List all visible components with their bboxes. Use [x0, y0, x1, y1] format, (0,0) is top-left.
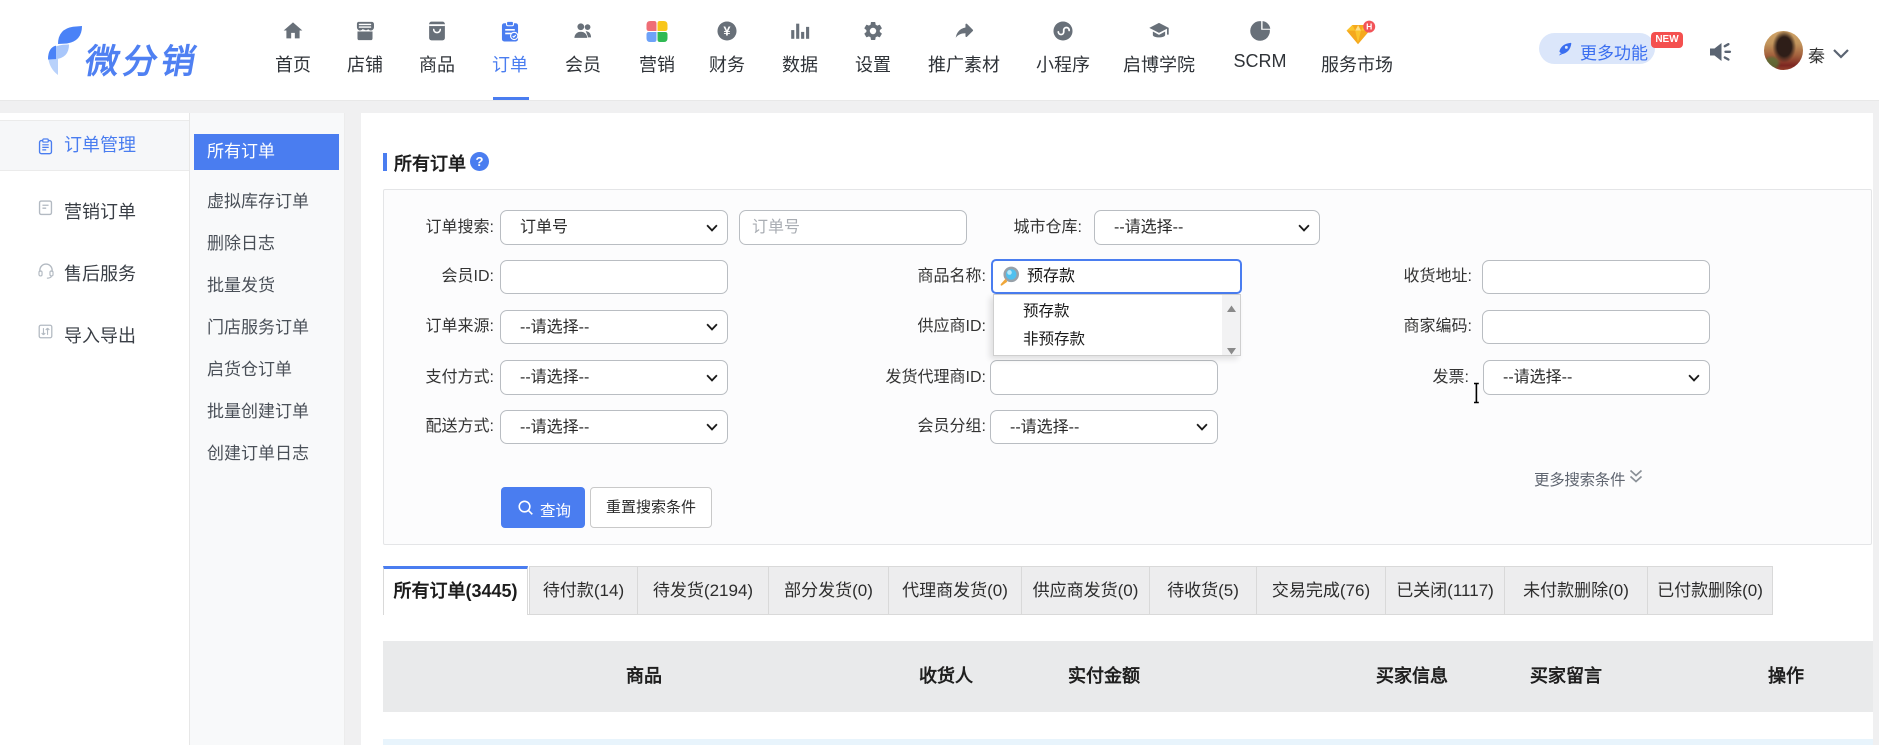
svg-text:H: H — [1366, 21, 1372, 31]
svg-text:¥: ¥ — [723, 24, 731, 39]
